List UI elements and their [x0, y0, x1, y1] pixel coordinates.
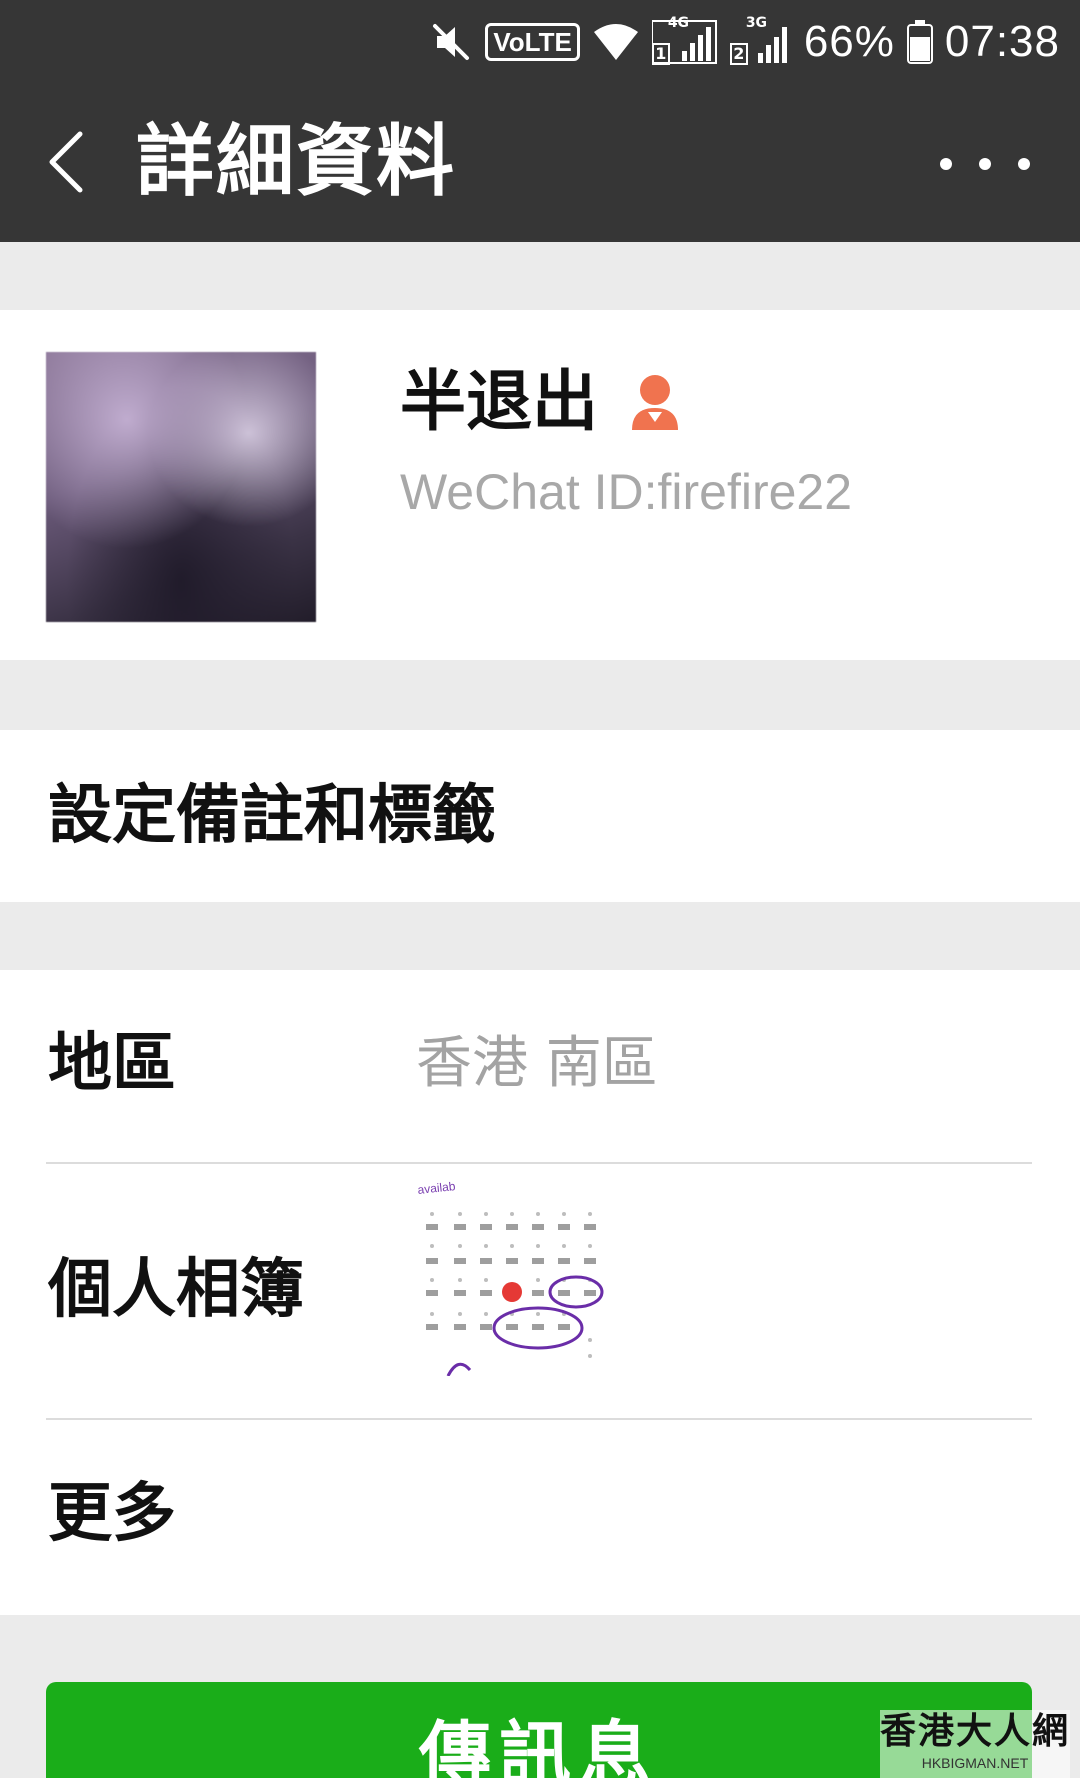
- region-label: 地區: [48, 1027, 176, 1101]
- title-bar: 詳細資料: [0, 84, 1080, 242]
- calendar-screenshot-image: availab: [414, 1179, 610, 1377]
- wechat-id: WeChat ID:firefire22: [400, 464, 853, 520]
- volte-badge: VoLTE: [485, 23, 580, 61]
- more-options-button[interactable]: [940, 134, 1030, 194]
- avatar[interactable]: [46, 352, 316, 622]
- nickname-row: 半退出: [400, 362, 682, 442]
- sim1-signal-icon: 4G 1: [651, 15, 718, 65]
- female-user-icon: [628, 372, 682, 432]
- chevron-left-icon: [49, 131, 83, 193]
- more-label: 更多: [48, 1477, 176, 1551]
- watermark-title: 香港大人網: [880, 1711, 1071, 1752]
- album-thumbnail[interactable]: availab: [414, 1179, 610, 1377]
- battery-icon: [906, 20, 933, 64]
- watermark-url: HKBIGMAN.NET: [921, 1755, 1029, 1771]
- profile-card[interactable]: 半退出 WeChat ID:firefire22: [0, 310, 1080, 660]
- album-label: 個人相簿: [48, 1253, 304, 1327]
- page-title: 詳細資料: [136, 117, 457, 207]
- more-dots-icon: [1018, 158, 1030, 170]
- clock: 07:38: [944, 17, 1060, 66]
- remark-label: 設定備註和標籤: [48, 779, 496, 853]
- region-row: 地區 香港 南區: [0, 970, 1080, 1160]
- more-row[interactable]: 更多: [0, 1420, 1080, 1615]
- site-watermark: 香港大人網 HKBIGMAN.NET: [880, 1710, 1070, 1778]
- back-button[interactable]: [36, 122, 96, 202]
- mute-icon: [429, 20, 473, 64]
- wifi-icon: [592, 22, 640, 62]
- status-bar: VoLTE 4G 1 3G 2 66% 07:38: [0, 0, 1080, 84]
- album-row[interactable]: 個人相簿 availab: [0, 1164, 1080, 1418]
- nickname: 半退出: [400, 363, 598, 440]
- remark-row[interactable]: 設定備註和標籤: [0, 730, 1080, 902]
- region-value: 香港 南區: [416, 1031, 658, 1096]
- send-message-label: 傳訊息: [418, 1713, 659, 1778]
- more-dots-icon: [979, 158, 991, 170]
- info-card: 地區 香港 南區 個人相簿 availab 更多: [0, 970, 1080, 1615]
- sim2-signal-icon: 3G 2: [729, 15, 792, 65]
- battery-percent: 66%: [803, 17, 895, 66]
- more-dots-icon: [940, 158, 952, 170]
